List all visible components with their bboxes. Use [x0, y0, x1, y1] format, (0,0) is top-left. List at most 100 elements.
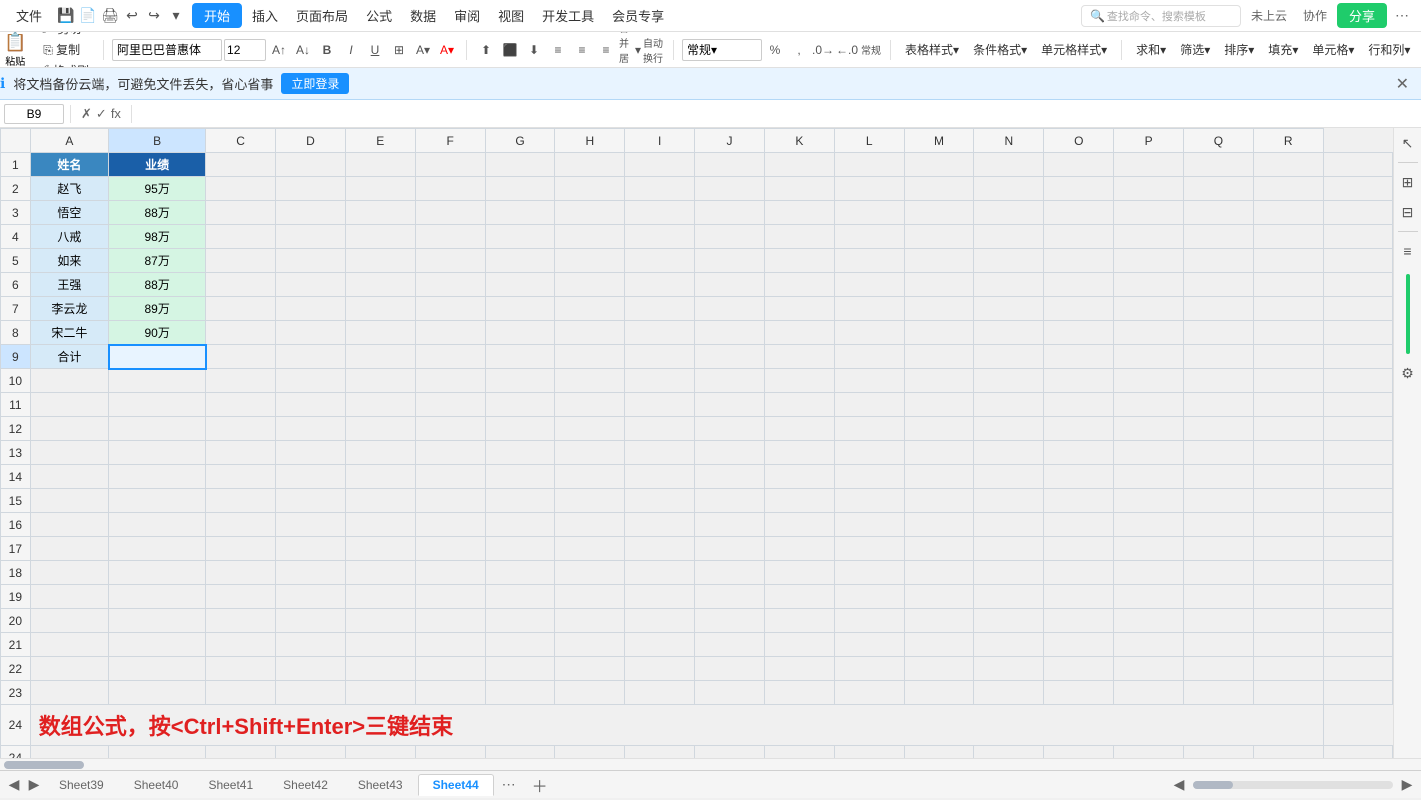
cell-N20[interactable] [1044, 609, 1114, 633]
cell-I19[interactable] [695, 585, 765, 609]
cell-K16[interactable] [834, 513, 904, 537]
cell-P2[interactable] [1184, 177, 1254, 201]
cell-J22[interactable] [764, 657, 834, 681]
cell-P18[interactable] [1184, 561, 1254, 585]
cell-H2[interactable] [625, 177, 695, 201]
align-top-btn[interactable]: ⬆ [475, 39, 497, 61]
cell-K20[interactable] [834, 609, 904, 633]
cell-K14[interactable] [834, 465, 904, 489]
cell-I15[interactable] [695, 489, 765, 513]
cell-J12[interactable] [764, 417, 834, 441]
cell-b14[interactable] [109, 465, 206, 489]
cell-b8[interactable]: 90万 [109, 321, 206, 345]
cell-J16[interactable] [764, 513, 834, 537]
cell-R2[interactable] [1323, 177, 1392, 201]
cell-F5[interactable] [485, 249, 555, 273]
cell-D21[interactable] [345, 633, 415, 657]
cell-N8[interactable] [1044, 321, 1114, 345]
cell-L4[interactable] [904, 225, 974, 249]
cell-G20[interactable] [555, 609, 625, 633]
cell-F10[interactable] [485, 369, 555, 393]
cell-R9[interactable] [1323, 345, 1392, 369]
cell-O10[interactable] [1114, 369, 1184, 393]
cell-D6[interactable] [345, 273, 415, 297]
more-icon[interactable]: ▾ [166, 6, 186, 26]
cell-I8[interactable] [695, 321, 765, 345]
cell-G17[interactable] [555, 537, 625, 561]
cell-G2[interactable] [555, 177, 625, 201]
cell-C22[interactable] [276, 657, 346, 681]
cell-N21[interactable] [1044, 633, 1114, 657]
cell-J10[interactable] [764, 369, 834, 393]
cell-E6[interactable] [415, 273, 485, 297]
cell-b21[interactable] [109, 633, 206, 657]
cell-L5[interactable] [904, 249, 974, 273]
cell-P8[interactable] [1184, 321, 1254, 345]
cell-O23[interactable] [1114, 681, 1184, 705]
cell-B20[interactable] [206, 609, 276, 633]
cell-M9[interactable] [974, 345, 1044, 369]
cell-O5[interactable] [1114, 249, 1184, 273]
cell-C17[interactable] [276, 537, 346, 561]
cell-C12[interactable] [276, 417, 346, 441]
cell-F23[interactable] [485, 681, 555, 705]
cell-G4[interactable] [555, 225, 625, 249]
cell-C24[interactable] [276, 746, 346, 759]
cell-K22[interactable] [834, 657, 904, 681]
align-middle-btn[interactable]: ⬛ [499, 39, 521, 61]
cell-a2[interactable]: 赵飞 [30, 177, 108, 201]
cell-G16[interactable] [555, 513, 625, 537]
cell-C2[interactable] [276, 177, 346, 201]
cell-I6[interactable] [695, 273, 765, 297]
search-label[interactable]: 查找命令、搜索模板 [1107, 8, 1206, 24]
cell-b9[interactable] [109, 345, 206, 369]
font-increase-btn[interactable]: A↑ [268, 39, 290, 61]
cell-H10[interactable] [625, 369, 695, 393]
font-decrease-btn[interactable]: A↓ [292, 39, 314, 61]
border-btn[interactable]: ⊞ [388, 39, 410, 61]
cell-O14[interactable] [1114, 465, 1184, 489]
cell-Q14[interactable] [1253, 465, 1323, 489]
cell-M15[interactable] [974, 489, 1044, 513]
cell-P16[interactable] [1184, 513, 1254, 537]
cell-O13[interactable] [1114, 441, 1184, 465]
cell-C18[interactable] [276, 561, 346, 585]
cell-E1[interactable] [415, 153, 485, 177]
cut-btn[interactable]: ✂ 剪切 [36, 32, 87, 39]
cell-a23[interactable] [30, 681, 108, 705]
cell-N10[interactable] [1044, 369, 1114, 393]
cell-F9[interactable] [485, 345, 555, 369]
cell-J13[interactable] [764, 441, 834, 465]
cell-Q17[interactable] [1253, 537, 1323, 561]
row-header[interactable]: 2 [1, 177, 31, 201]
cell-a14[interactable] [30, 465, 108, 489]
cell-E23[interactable] [415, 681, 485, 705]
cell-K21[interactable] [834, 633, 904, 657]
cell-N4[interactable] [1044, 225, 1114, 249]
cell-I21[interactable] [695, 633, 765, 657]
cell-F12[interactable] [485, 417, 555, 441]
cell-E21[interactable] [415, 633, 485, 657]
cell-Q10[interactable] [1253, 369, 1323, 393]
cell-H17[interactable] [625, 537, 695, 561]
cell-B8[interactable] [206, 321, 276, 345]
cell-N2[interactable] [1044, 177, 1114, 201]
cell-P15[interactable] [1184, 489, 1254, 513]
cell-K23[interactable] [834, 681, 904, 705]
cell-O17[interactable] [1114, 537, 1184, 561]
cell-N17[interactable] [1044, 537, 1114, 561]
cell-J24[interactable] [764, 746, 834, 759]
cell-H24[interactable] [625, 746, 695, 759]
cell-J17[interactable] [764, 537, 834, 561]
cell-C23[interactable] [276, 681, 346, 705]
cell-M22[interactable] [974, 657, 1044, 681]
cell-I16[interactable] [695, 513, 765, 537]
cell-a3[interactable]: 悟空 [30, 201, 108, 225]
cell-a22[interactable] [30, 657, 108, 681]
cell-D13[interactable] [345, 441, 415, 465]
print-icon[interactable]: 🖨 [100, 6, 120, 26]
cell-I9[interactable] [695, 345, 765, 369]
cell-B18[interactable] [206, 561, 276, 585]
cell-E9[interactable] [415, 345, 485, 369]
cell-I22[interactable] [695, 657, 765, 681]
